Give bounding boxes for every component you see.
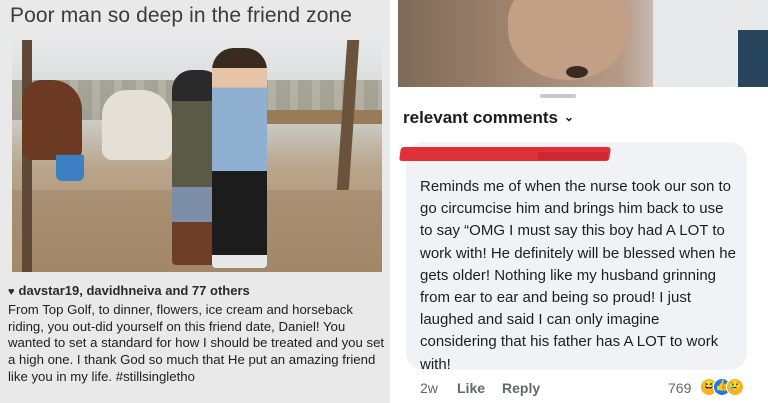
panel-divider [390,0,398,403]
sad-reaction-icon: 😢 [726,378,744,396]
reaction-count[interactable]: 769 [668,380,691,396]
heart-icon: ♥ [8,286,15,298]
photo-man [212,48,267,268]
reply-button[interactable]: Reply [502,380,540,396]
post-photo [12,40,382,272]
photo-door [738,30,768,87]
meme-title: Poor man so deep in the friend zone [10,4,353,27]
chevron-down-icon: ⌄ [563,110,575,124]
post-likes[interactable]: ♥ davstar19, davidhneiva and 77 others [8,283,250,298]
comment-actions: 2w Like Reply 769 😆 👍 😢 [420,378,765,400]
like-button[interactable]: Like [457,380,485,396]
left-post-panel: Poor man so deep in the friend zone ♥ dav… [0,0,390,403]
right-comment-panel: relevant comments ⌄ Reminds me of when th… [398,0,768,403]
reaction-icons[interactable]: 😆 👍 😢 [700,378,760,398]
comment-text: Reminds me of when the nurse took our so… [420,178,736,373]
photo-fence [252,110,382,124]
photo-bucket [56,155,84,181]
redacted-commenter-name [538,152,608,160]
comments-filter[interactable]: relevant comments ⌄ [403,108,574,128]
drag-handle[interactable] [540,94,576,98]
photo-horse [22,80,82,160]
likes-text: davstar19, davidhneiva and 77 others [18,283,250,298]
cropped-face-photo [398,0,768,87]
comment-timestamp[interactable]: 2w [420,380,438,396]
post-caption: From Top Golf, to dinner, flowers, ice c… [8,302,385,384]
photo-nostril [566,66,588,78]
comments-filter-label: relevant comments [403,108,558,127]
photo-horse [102,90,172,160]
